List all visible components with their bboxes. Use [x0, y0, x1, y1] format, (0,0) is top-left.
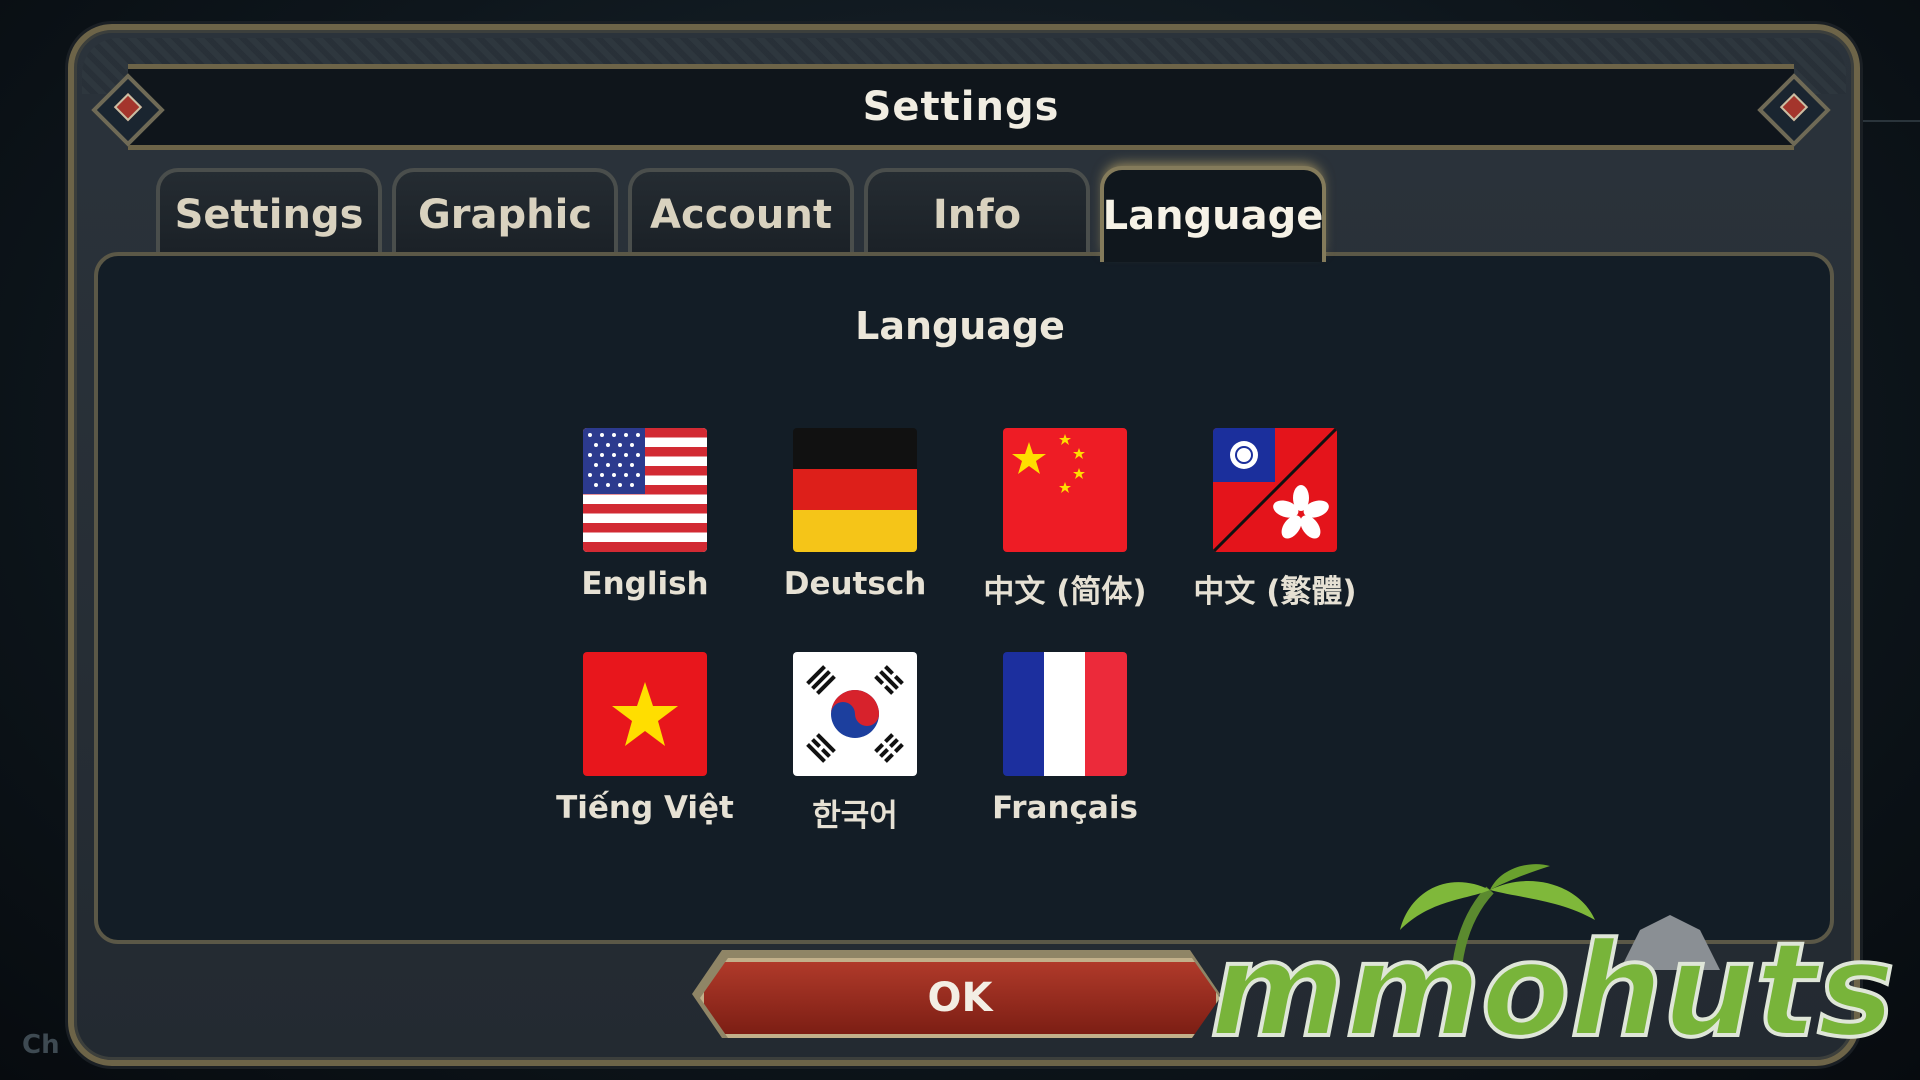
language-option-chinese-simplified[interactable]: 中文 (简体) — [960, 428, 1170, 611]
taiwan-hongkong-flag-icon — [1213, 428, 1337, 552]
tab-info[interactable]: Info — [864, 168, 1090, 258]
language-option-vietnamese[interactable]: Tiếng Việt — [540, 652, 750, 826]
watermark-logo-text: mmohuts — [1210, 914, 1895, 1066]
tab-graphic[interactable]: Graphic — [392, 168, 618, 258]
language-option-english[interactable]: English — [540, 428, 750, 602]
language-option-chinese-traditional[interactable]: 中文 (繁體) — [1170, 428, 1380, 611]
tab-settings[interactable]: Settings — [156, 168, 382, 258]
tab-language[interactable]: Language — [1100, 166, 1326, 262]
dialog-title: Settings — [862, 84, 1060, 130]
language-option-french[interactable]: Français — [960, 652, 1170, 826]
language-option-deutsch[interactable]: Deutsch — [750, 428, 960, 602]
language-label: Tiếng Việt — [556, 790, 734, 826]
korea-flag-icon — [793, 652, 917, 776]
partial-chat-label: Ch — [22, 1030, 60, 1060]
title-bar: Settings — [128, 64, 1794, 150]
background-divider — [1860, 120, 1920, 122]
mmohuts-watermark-logo-icon: mmohuts — [1208, 864, 1897, 1068]
germany-flag-icon — [793, 428, 917, 552]
language-label: Français — [992, 790, 1138, 826]
language-option-korean[interactable]: 한국어 — [750, 652, 960, 835]
language-label: 中文 (繁體) — [1193, 574, 1357, 610]
france-flag-icon — [1003, 652, 1127, 776]
vietnam-flag-icon — [583, 652, 707, 776]
language-label: English — [581, 566, 709, 602]
language-label: 中文 (简体) — [983, 574, 1147, 610]
panel-title: Language — [855, 304, 1065, 348]
us-flag-icon — [583, 428, 707, 552]
language-label: 한국어 — [812, 798, 898, 834]
ok-button[interactable]: OK — [700, 958, 1220, 1038]
china-flag-icon — [1003, 428, 1127, 552]
tab-account[interactable]: Account — [628, 168, 854, 258]
language-label: Deutsch — [783, 566, 927, 602]
